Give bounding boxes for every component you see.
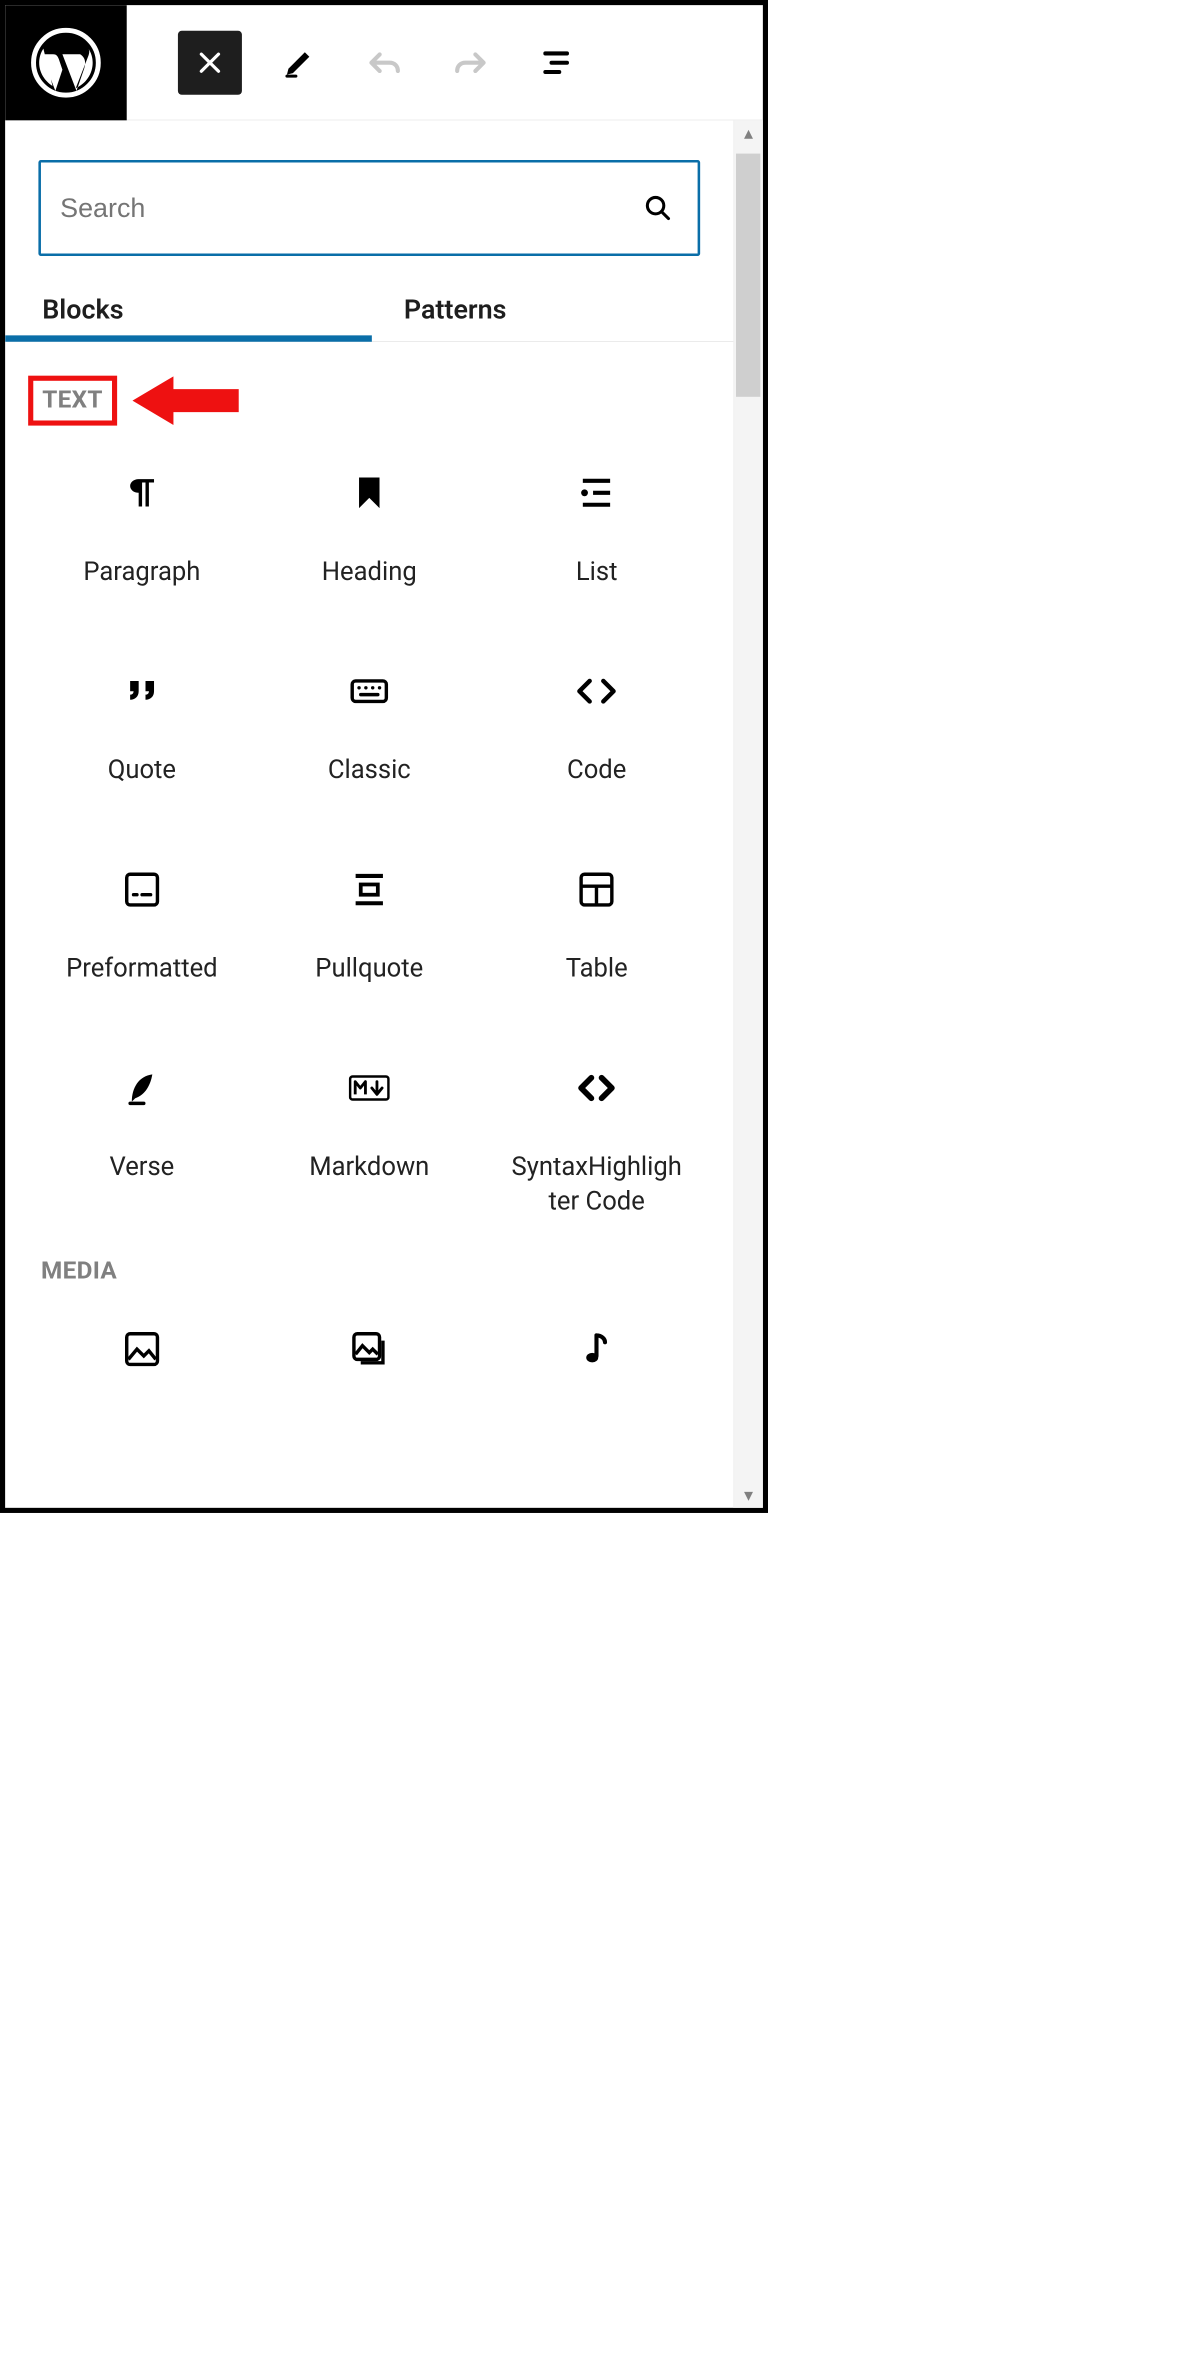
block-label: Code [567,753,626,788]
category-media-label: MEDIA [41,1257,117,1285]
block-pullquote[interactable]: Pullquote [256,864,483,986]
list-icon [571,467,622,518]
gallery-icon [344,1324,395,1375]
annotation-arrow [132,374,241,428]
scroll-up-button[interactable]: ▴ [744,120,753,146]
keyboard-icon [344,666,395,717]
outline-icon [538,44,575,81]
editor-frame: Blocks Patterns TEXT [0,0,768,1513]
block-label: List [576,554,618,589]
search-input[interactable] [59,192,644,224]
wordpress-logo[interactable] [5,5,127,120]
block-label: Pullquote [315,951,423,986]
code-icon [571,666,622,717]
preformatted-icon [116,864,167,915]
search-wrap [5,120,733,279]
pencil-icon [281,44,317,80]
category-media-row: MEDIA [5,1219,733,1298]
code-bold-icon [571,1062,622,1113]
block-paragraph[interactable]: Paragraph [28,467,255,589]
block-table[interactable]: Table [483,864,710,986]
wordpress-icon [31,27,101,97]
annotation-box: TEXT [28,376,117,426]
tab-blocks[interactable]: Blocks [5,279,372,341]
image-icon [116,1324,167,1375]
edit-button[interactable] [270,34,328,92]
search-icon [644,194,672,222]
redo-button[interactable] [442,34,500,92]
block-preformatted[interactable]: Preformatted [28,864,255,986]
block-code[interactable]: Code [483,666,710,788]
scroll-down-button[interactable]: ▾ [744,1482,753,1508]
block-label: Heading [322,554,417,589]
block-gallery[interactable] [256,1324,483,1411]
block-heading[interactable]: Heading [256,467,483,589]
markdown-icon [344,1062,395,1113]
block-label: Markdown [309,1149,429,1184]
paragraph-icon [116,467,167,518]
undo-icon [365,43,405,83]
close-inserter-button[interactable] [178,30,242,94]
category-text-label: TEXT [42,386,103,414]
block-markdown[interactable]: Markdown [256,1062,483,1218]
toolbar-buttons [127,30,585,94]
block-label: Verse [109,1149,174,1184]
scrollbar[interactable]: ▴ ▾ [733,120,762,1508]
block-label: Table [566,951,628,986]
search-box[interactable] [38,160,700,256]
tab-blocks-label: Blocks [42,294,123,325]
redo-icon [451,43,491,83]
block-audio[interactable] [483,1324,710,1411]
inserter-panel: Blocks Patterns TEXT [5,120,763,1508]
block-syntaxhighlighter[interactable]: SyntaxHighligh ter Code [483,1062,710,1218]
category-text-row: TEXT [5,342,733,441]
music-note-icon [571,1324,622,1375]
close-icon [195,48,224,77]
block-label: SyntaxHighligh ter Code [512,1149,682,1218]
block-classic[interactable]: Classic [256,666,483,788]
undo-button[interactable] [356,34,414,92]
top-toolbar [5,5,763,120]
scroll-thumb[interactable] [736,154,760,397]
block-label: Quote [108,753,176,788]
pullquote-icon [344,864,395,915]
feather-icon [116,1062,167,1113]
quote-icon [116,666,167,717]
table-icon [571,864,622,915]
tab-patterns[interactable]: Patterns [372,279,734,341]
block-label: Preformatted [66,951,217,986]
block-label: Paragraph [83,554,200,589]
text-blocks-grid: Paragraph Heading [5,440,733,1218]
tab-patterns-label: Patterns [404,294,507,325]
inserter-tabs: Blocks Patterns [5,279,733,342]
block-quote[interactable]: Quote [28,666,255,788]
arrow-icon [132,374,241,428]
media-blocks-grid [5,1298,733,1411]
inserter-main: Blocks Patterns TEXT [5,120,733,1508]
block-list[interactable]: List [483,467,710,589]
block-label: Classic [328,753,411,788]
block-image[interactable] [28,1324,255,1411]
document-overview-button[interactable] [527,34,585,92]
bookmark-icon [344,467,395,518]
block-verse[interactable]: Verse [28,1062,255,1218]
